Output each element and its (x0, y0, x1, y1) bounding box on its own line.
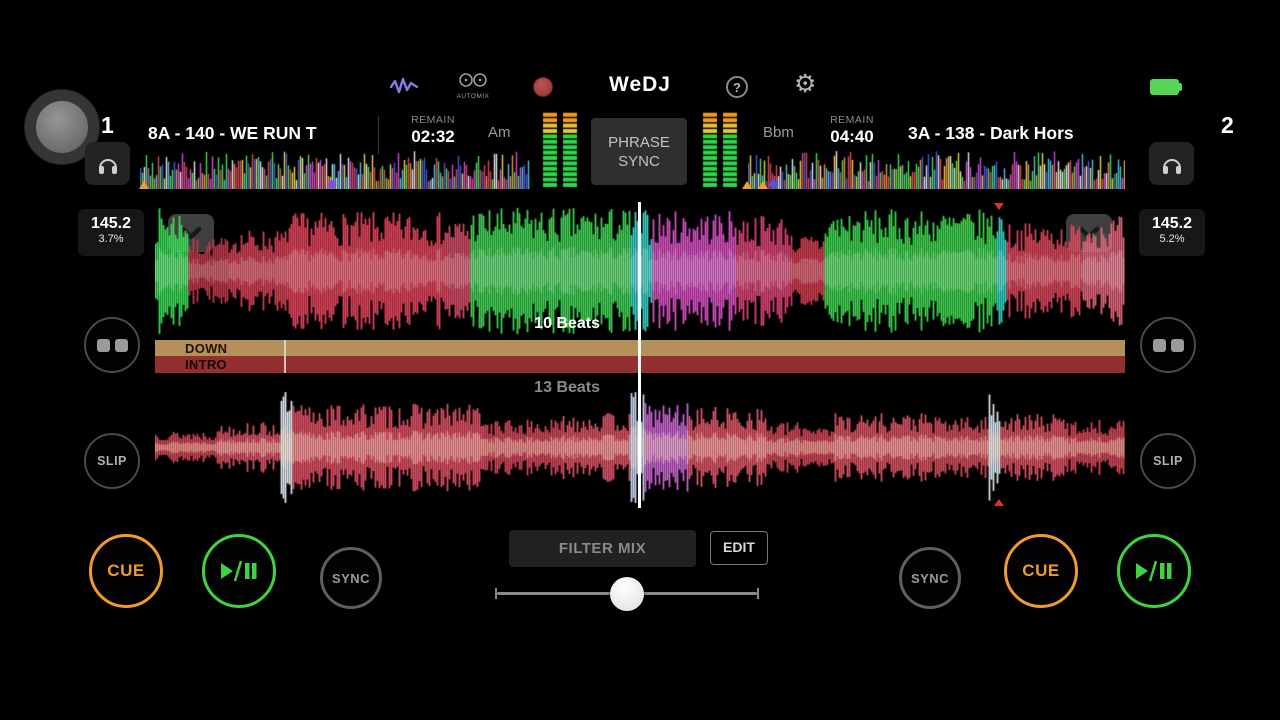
deck2-performance-pads-button[interactable] (1140, 317, 1196, 373)
headphone-icon (98, 158, 117, 174)
deck1-remain-label: REMAIN (411, 114, 455, 126)
phrase-sync-line2: SYNC (618, 152, 660, 170)
deck1-sync-button[interactable]: SYNC (320, 547, 382, 609)
deck1-headphone-cue-button[interactable] (85, 142, 130, 185)
deck1-bpm: 145.2 (90, 215, 132, 232)
deck2-time-display: REMAIN 04:40 (815, 114, 889, 147)
help-button[interactable]: ? (726, 76, 748, 98)
deck2-position-marker2 (758, 181, 768, 189)
phrase-boundary-tick (284, 340, 286, 373)
deck2-overview-waveform[interactable] (748, 151, 1125, 189)
deck1-track-title[interactable]: 8A - 140 - WE RUN T (148, 120, 376, 146)
phrase-sync-button[interactable]: PHRASE SYNC (591, 118, 687, 185)
deck1-number: 1 (101, 112, 114, 138)
deck2-pitch: 5.2% (1159, 233, 1185, 245)
phrase-intro-label: INTRO (185, 357, 227, 372)
play-pause-icon (1136, 560, 1172, 582)
deck2-position-marker (742, 181, 752, 189)
deck1-time-display: REMAIN 02:32 (396, 114, 470, 147)
deck2-remain-time: 04:40 (830, 127, 874, 146)
phrase-sync-line1: PHRASE (608, 133, 670, 151)
deck2-remain-label: REMAIN (830, 114, 874, 126)
header-divider (378, 116, 379, 154)
help-label: ? (733, 79, 741, 95)
title-fade (346, 120, 376, 146)
automix-button[interactable]: AUTOMIX (451, 72, 495, 102)
deck2-play-pause-button[interactable] (1117, 534, 1191, 608)
play-pause-icon (221, 560, 257, 582)
deck1-cue-button[interactable]: CUE (89, 534, 163, 608)
waveform-view-icon[interactable] (389, 77, 419, 97)
pad-square-icon (114, 338, 128, 352)
headphone-icon (1162, 158, 1181, 174)
deck1-level-meter (541, 112, 579, 188)
playhead-line (638, 202, 641, 508)
deck2-headphone-cue-button[interactable] (1149, 142, 1194, 185)
phrase-down-label: DOWN (185, 340, 228, 356)
deck1-remain-time: 02:32 (411, 127, 455, 146)
pad-square-icon (1170, 338, 1184, 352)
deck2-cue-button[interactable]: CUE (1004, 534, 1078, 608)
crossfader-knob[interactable] (610, 577, 644, 611)
filter-mix-button[interactable]: FILTER MIX (509, 530, 696, 567)
battery-icon (1150, 79, 1186, 95)
app-title: WeDJ (609, 73, 671, 96)
deck2-key: Bbm (763, 124, 794, 141)
pad-square-icon (1152, 338, 1166, 352)
edit-button[interactable]: EDIT (710, 531, 768, 565)
deck1-pitch: 3.7% (98, 233, 124, 245)
wedj-app: AUTOMIX WeDJ ? ⚙ 1 8A - 140 - WE RUN T R… (0, 0, 1280, 720)
deck1-tempo-display[interactable]: 145.2 3.7% (78, 209, 144, 256)
title-fade (1104, 120, 1134, 146)
automix-icon (459, 73, 487, 87)
automix-label: AUTOMIX (456, 93, 490, 100)
cue-point-marker-bottom (994, 499, 1004, 506)
crossfader-right-end (757, 588, 759, 599)
deck1-performance-pads-button[interactable] (84, 317, 140, 373)
deck2-sync-button[interactable]: SYNC (899, 547, 961, 609)
cue-point-marker-top (994, 203, 1004, 210)
deck2-bpm: 145.2 (1151, 215, 1193, 232)
deck1-play-pause-button[interactable] (202, 534, 276, 608)
deck1-beats-count: 10 Beats (534, 315, 600, 332)
deck1-key: Am (488, 124, 511, 141)
pad-square-icon (96, 338, 110, 352)
deck1-position-marker (139, 181, 149, 189)
deck2-level-meter (701, 112, 739, 188)
record-button[interactable] (533, 77, 553, 97)
deck2-track-title[interactable]: 3A - 138 - Dark Hors (908, 120, 1134, 146)
deck1-slip-button[interactable]: SLIP (84, 433, 140, 489)
settings-gear-icon[interactable]: ⚙ (794, 71, 816, 97)
deck2-slip-button[interactable]: SLIP (1140, 433, 1196, 489)
deck2-number: 2 (1221, 112, 1234, 138)
deck2-tempo-display[interactable]: 145.2 5.2% (1139, 209, 1205, 256)
